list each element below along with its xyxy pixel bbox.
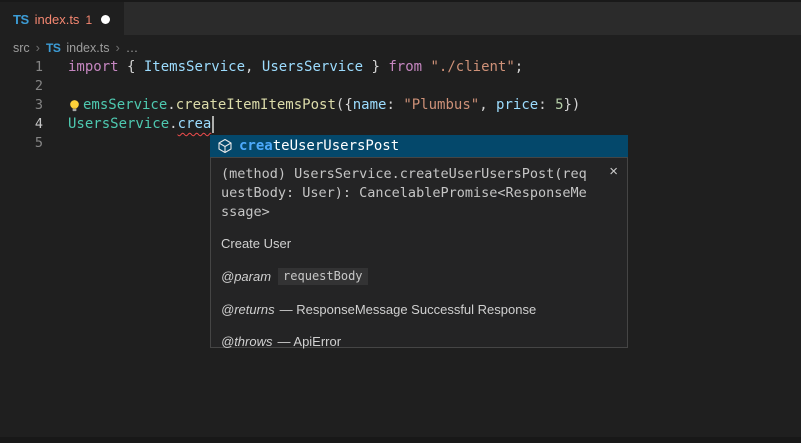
code-line[interactable]: 1import { ItemsService, UsersService } f…	[0, 58, 801, 77]
suggest-match-text: crea	[239, 138, 273, 154]
code-token: price	[496, 96, 538, 115]
doc-tag-row: @throws — ApiError	[221, 334, 627, 349]
line-number: 1	[0, 58, 43, 77]
code-token: ({	[336, 96, 353, 115]
method-signature: (method) UsersService.createUserUsersPos…	[221, 165, 590, 222]
code-token: :	[386, 96, 403, 115]
line-number: 5	[0, 134, 43, 153]
breadcrumb-folder[interactable]: src	[13, 41, 30, 55]
doc-tags: @param requestBody @returns — ResponseMessa…	[211, 268, 627, 349]
method-icon	[217, 138, 233, 154]
code-token: "./client"	[431, 58, 515, 77]
breadcrumb-more[interactable]: …	[126, 41, 139, 55]
suggest-item-createUserUsersPost[interactable]: createUserUsersPost	[210, 135, 628, 157]
tab-error-count: 1	[85, 13, 92, 27]
code-token: ;	[515, 58, 523, 77]
line-number: 2	[0, 77, 43, 96]
window-bottom-edge	[0, 437, 801, 443]
doc-summary: Create User	[221, 236, 627, 251]
code-token: .	[169, 115, 177, 134]
code-line[interactable]: 3emsService.createItemItemsPost({name: "…	[0, 96, 801, 115]
code-token: ItemsService	[144, 58, 245, 77]
chevron-right-icon: ›	[36, 40, 40, 55]
code-token: {	[119, 58, 144, 77]
code-token: "Plumbus"	[403, 96, 479, 115]
code-text[interactable]	[43, 77, 68, 96]
param-name-chip: requestBody	[278, 268, 367, 285]
suggest-label: createUserUsersPost	[239, 138, 399, 154]
suggest-docs-panel: (method) UsersService.createUserUsersPos…	[210, 157, 628, 348]
chevron-right-icon: ›	[115, 40, 119, 55]
code-token: emsService	[83, 96, 167, 115]
breadcrumb: src › TS index.ts › …	[0, 37, 801, 58]
line-number: 4	[0, 115, 43, 134]
code-token: name	[353, 96, 387, 115]
suggest-rest-text: teUserUsersPost	[273, 138, 399, 154]
typescript-file-icon: TS	[46, 41, 60, 55]
close-icon[interactable]: ×	[609, 165, 618, 179]
breadcrumb-file[interactable]: index.ts	[66, 41, 109, 55]
code-token: ,	[245, 58, 262, 77]
code-token: }	[363, 58, 388, 77]
tag-description: — ApiError	[278, 334, 342, 349]
modified-dot-icon[interactable]	[101, 15, 110, 24]
code-token	[422, 58, 430, 77]
code-token: ,	[479, 96, 496, 115]
code-token: .	[167, 96, 175, 115]
jsdoc-tag: @param	[221, 269, 271, 284]
code-token: 5	[555, 96, 563, 115]
code-token: from	[388, 58, 422, 77]
tab-filename: index.ts	[35, 12, 80, 27]
code-line[interactable]: 2	[0, 77, 801, 96]
code-text[interactable]: emsService.createItemItemsPost({name: "P…	[43, 96, 580, 115]
doc-tag-row: @param requestBody	[221, 268, 627, 285]
code-text[interactable]	[43, 134, 68, 153]
vscode-window: TS index.ts 1 src › TS index.ts › … 1imp…	[0, 0, 801, 443]
typescript-file-icon: TS	[13, 12, 29, 27]
code-token: crea	[178, 115, 212, 134]
code-token: })	[564, 96, 581, 115]
code-token: import	[68, 58, 119, 77]
code-token: UsersService	[262, 58, 363, 77]
text-cursor	[212, 116, 214, 133]
tab-bar: TS index.ts 1	[0, 0, 801, 35]
code-line[interactable]: 4UsersService.crea	[0, 115, 801, 134]
tag-description: — ResponseMessage Successful Response	[280, 302, 537, 317]
jsdoc-tag: @returns	[221, 302, 275, 317]
code-text[interactable]: import { ItemsService, UsersService } fr…	[43, 58, 523, 77]
code-token: createItemItemsPost	[176, 96, 336, 115]
jsdoc-tag: @throws	[221, 334, 273, 349]
tab-index-ts[interactable]: TS index.ts 1	[0, 2, 124, 37]
lightbulb-icon[interactable]	[67, 98, 82, 113]
doc-tag-row: @returns — ResponseMessage Successful Res…	[221, 302, 627, 317]
line-number: 3	[0, 96, 43, 115]
code-text[interactable]: UsersService.crea	[43, 115, 214, 134]
code-token: UsersService	[68, 115, 169, 134]
code-token: :	[538, 96, 555, 115]
